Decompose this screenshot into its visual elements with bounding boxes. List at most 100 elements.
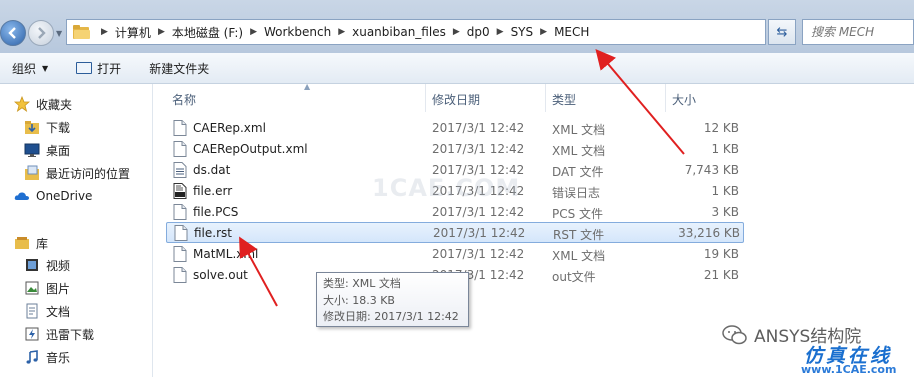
file-row[interactable]: CAERep.xml 2017/3/1 12:42 XML 文档 12 KB: [166, 118, 744, 139]
breadcrumb-item[interactable]: dp0: [464, 25, 493, 39]
tooltip-date: 修改日期: 2017/3/1 12:42: [323, 310, 459, 323]
folder-icon: [73, 25, 91, 39]
file-name: CAERep.xml: [193, 121, 266, 135]
file-name: MatML.xml: [193, 247, 259, 261]
chevron-right-icon[interactable]: ▶: [493, 27, 508, 37]
forward-button[interactable]: [28, 20, 54, 46]
breadcrumb-item[interactable]: 计算机: [112, 24, 154, 41]
breadcrumb-item[interactable]: Workbench: [261, 25, 334, 39]
nav-favorites[interactable]: 收藏夹: [14, 94, 72, 114]
file-date: 2017/3/1 12:42: [432, 142, 525, 156]
column-header-type[interactable]: 类型: [546, 84, 666, 112]
breadcrumb[interactable]: ▶ 计算机 ▶ 本地磁盘 (F:) ▶ Workbench ▶ xuanbiba…: [66, 19, 766, 45]
library-icon: [14, 235, 30, 251]
column-header-row: 名称 ▲ 修改日期 类型 大小: [154, 82, 914, 112]
thunder-download-icon: [24, 326, 40, 342]
breadcrumb-item-current[interactable]: MECH: [551, 25, 592, 39]
file-size: 33,216 KB: [678, 226, 740, 240]
video-library-icon: [24, 257, 40, 273]
file-type: XML 文档: [552, 144, 606, 158]
nav-label: 最近访问的位置: [46, 166, 131, 181]
open-label: 打开: [97, 61, 122, 76]
file-date: 2017/3/1 12:42: [432, 247, 525, 261]
file-row[interactable]: file.PCS 2017/3/1 12:42 PCS 文件 3 KB: [166, 202, 744, 223]
navigation-pane: 收藏夹 下载 桌面 最近访问的位置 OneDrive 库 视频 图片 文档 迅雷…: [0, 84, 153, 377]
back-button[interactable]: [0, 20, 26, 46]
file-size: 21 KB: [703, 268, 739, 282]
refresh-button[interactable]: ⇆: [768, 19, 796, 45]
column-header-date[interactable]: 修改日期: [426, 84, 546, 112]
breadcrumb-item[interactable]: 本地磁盘 (F:): [169, 24, 246, 41]
column-header-size[interactable]: 大小: [666, 84, 744, 112]
nav-label: 库: [36, 236, 49, 251]
file-type: 错误日志: [552, 186, 601, 200]
desktop-icon: [24, 142, 40, 158]
nav-item-music[interactable]: 音乐: [24, 347, 70, 367]
nav-item-desktop[interactable]: 桌面: [24, 140, 70, 160]
file-size: 12 KB: [703, 121, 739, 135]
new-folder-label: 新建文件夹: [149, 61, 210, 76]
nav-item-videos[interactable]: 视频: [24, 255, 70, 275]
nav-libraries[interactable]: 库: [14, 233, 48, 253]
column-header-label: 名称: [172, 93, 197, 107]
tooltip-type: 类型: XML 文档: [323, 277, 401, 290]
nav-item-thunder-downloads[interactable]: 迅雷下载: [24, 324, 94, 344]
nav-item-pictures[interactable]: 图片: [24, 278, 70, 298]
file-name: solve.out: [193, 268, 248, 282]
chevron-right-icon[interactable]: ▶: [154, 27, 169, 37]
window-icon: [76, 62, 93, 74]
organize-button[interactable]: 组织 ▼: [0, 53, 60, 83]
site-watermark-url: www.1CAE.com: [801, 363, 897, 376]
nav-item-onedrive[interactable]: OneDrive: [14, 186, 92, 206]
xml-file-icon: [173, 120, 187, 136]
search-input[interactable]: [811, 25, 913, 39]
history-dropdown-icon[interactable]: ▼: [56, 29, 62, 38]
documents-library-icon: [24, 303, 40, 319]
chevron-right-icon[interactable]: ▶: [246, 27, 261, 37]
file-date: 2017/3/1 12:42: [432, 121, 525, 135]
file-size: 7,743 KB: [684, 163, 739, 177]
search-box[interactable]: [802, 19, 914, 45]
column-header-label: 类型: [552, 93, 577, 107]
file-row[interactable]: MatML.xml 2017/3/1 12:42 XML 文档 19 KB: [166, 244, 744, 265]
star-icon: [14, 96, 30, 112]
nav-item-recent-places[interactable]: 最近访问的位置: [24, 163, 130, 183]
column-header-label: 修改日期: [432, 93, 481, 107]
chevron-right-icon[interactable]: ▶: [449, 27, 464, 37]
generic-file-icon: [173, 267, 187, 283]
open-button[interactable]: 打开: [60, 53, 133, 83]
file-size: 19 KB: [703, 247, 739, 261]
new-folder-button[interactable]: 新建文件夹: [133, 53, 221, 83]
chevron-right-icon[interactable]: ▶: [334, 27, 349, 37]
cloud-icon: [14, 188, 30, 204]
nav-item-downloads[interactable]: 下载: [24, 117, 70, 137]
nav-label: 下载: [46, 120, 71, 135]
file-row-selected[interactable]: file.rst 2017/3/1 12:42 RST 文件 33,216 KB: [166, 222, 744, 243]
file-date: 2017/3/1 12:42: [432, 205, 525, 219]
refresh-icon: ⇆: [776, 24, 788, 40]
file-type: XML 文档: [552, 249, 606, 263]
chevron-right-icon[interactable]: ▶: [97, 27, 112, 37]
nav-label: 文档: [46, 304, 71, 319]
pictures-library-icon: [24, 280, 40, 296]
file-type: RST 文件: [553, 228, 605, 242]
nav-label: 图片: [46, 281, 71, 296]
file-size: 1 KB: [711, 142, 739, 156]
column-header-name[interactable]: 名称 ▲: [166, 82, 426, 112]
recent-places-icon: [24, 165, 40, 181]
file-type: out文件: [552, 270, 596, 284]
arrow-right-icon: [38, 27, 46, 39]
nav-item-documents[interactable]: 文档: [24, 301, 70, 321]
breadcrumb-item[interactable]: xuanbiban_files: [349, 25, 449, 39]
xml-file-icon: [173, 141, 187, 157]
generic-file-icon: [173, 204, 187, 220]
file-row[interactable]: CAERepOutput.xml 2017/3/1 12:42 XML 文档 1…: [166, 139, 744, 160]
command-toolbar: 组织 ▼ 打开 新建文件夹: [0, 53, 914, 84]
chevron-right-icon[interactable]: ▶: [536, 27, 551, 37]
download-folder-icon: [24, 119, 40, 135]
organize-label: 组织: [12, 61, 37, 76]
file-type: XML 文档: [552, 123, 606, 137]
error-log-icon: [173, 183, 187, 199]
tooltip-size: 大小: 18.3 KB: [323, 293, 395, 307]
breadcrumb-item[interactable]: SYS: [508, 25, 537, 39]
